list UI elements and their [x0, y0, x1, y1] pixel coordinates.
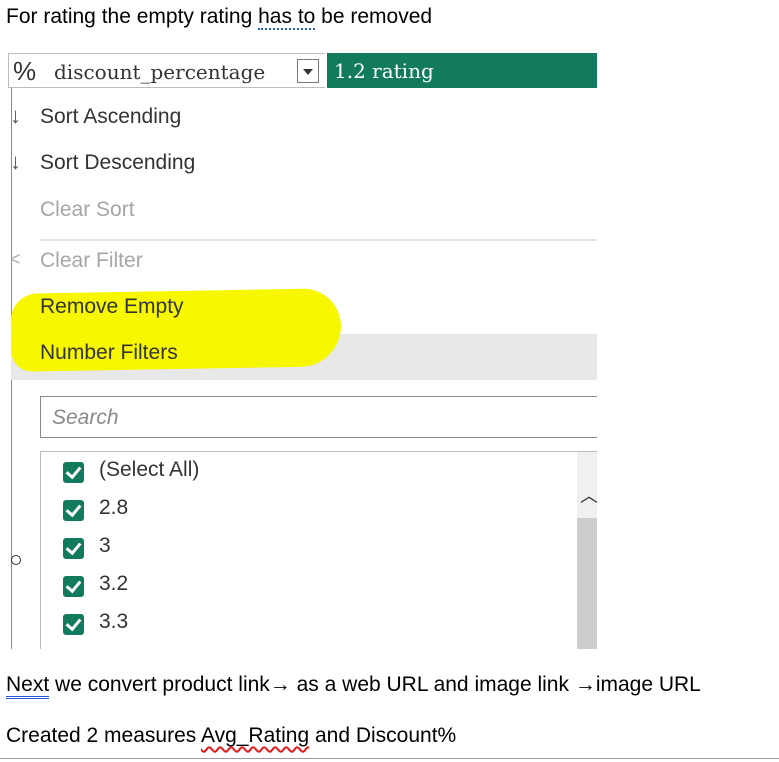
line3-text-pre: Created 2 measures	[6, 724, 201, 747]
doc-line-2: Next we convert product link→ as a web U…	[6, 673, 701, 699]
search-input[interactable]: Search	[40, 396, 597, 438]
menu-clear-filter[interactable]: Clear Filter	[40, 249, 143, 273]
percent-type-icon: %	[13, 56, 37, 86]
line2-text-post: we convert product link→ as a web URL an…	[49, 673, 701, 696]
checkbox-checked-icon[interactable]	[63, 614, 84, 635]
checkbox-checked-icon[interactable]	[63, 462, 84, 483]
list-item-label: (Select All)	[99, 458, 200, 481]
column-header-discount-percentage[interactable]: % discount_percentage	[8, 53, 325, 88]
column-header-label: discount_percentage	[54, 60, 266, 84]
search-placeholder: Search	[52, 406, 119, 429]
line3-spelling-mark: Avg_Rating	[200, 724, 310, 747]
filter-dropdown-icon[interactable]	[297, 59, 319, 83]
value-list: (Select All) 2.8 3 3.2 3.3 ︿	[40, 451, 597, 649]
scrollbar-thumb[interactable]	[577, 518, 597, 649]
sort-descending-icon: ↓	[10, 149, 21, 174]
list-item-label: 2.8	[99, 496, 129, 519]
column-header-rating-label: 1.2 rating	[334, 59, 434, 83]
filter-dropdown-screenshot: % discount_percentage 1.2 rating ↓ ↓ < S…	[8, 53, 597, 649]
menu-divider	[40, 239, 597, 241]
resize-handle-left[interactable]	[11, 555, 21, 565]
chevron-up-icon[interactable]: ︿	[580, 482, 597, 508]
line1-grammar-mark: has to	[258, 5, 316, 30]
clear-filter-icon: <	[10, 249, 21, 269]
doc-line-3: Created 2 measures Avg_Rating and Discou…	[6, 724, 456, 748]
menu-remove-empty[interactable]: Remove Empty	[40, 295, 184, 319]
checkbox-checked-icon[interactable]	[63, 500, 84, 521]
menu-number-filters[interactable]: Number Filters	[40, 341, 178, 365]
checkbox-checked-icon[interactable]	[63, 538, 84, 559]
line1-text-pre: For rating the empty rating	[6, 5, 259, 28]
list-item-label: 3.3	[99, 610, 129, 633]
checkbox-checked-icon[interactable]	[63, 576, 84, 597]
menu-clear-sort[interactable]: Clear Sort	[40, 198, 135, 222]
menu-sort-ascending[interactable]: Sort Ascending	[40, 105, 181, 129]
doc-line-1: For rating the empty rating has to be re…	[6, 5, 433, 30]
line1-text-post: be removed	[315, 5, 433, 28]
menu-sort-descending[interactable]: Sort Descending	[40, 151, 195, 175]
column-header-rating[interactable]: 1.2 rating	[325, 53, 597, 88]
list-item-label: 3.2	[99, 572, 129, 595]
list-item-label: 3	[99, 534, 111, 557]
line2-grammar-mark: Next	[6, 673, 50, 699]
line3-text-post: and Discount%	[309, 724, 457, 747]
sort-ascending-icon: ↓	[10, 103, 21, 128]
page-divider	[0, 758, 779, 759]
scrollbar[interactable]: ︿	[577, 452, 597, 649]
